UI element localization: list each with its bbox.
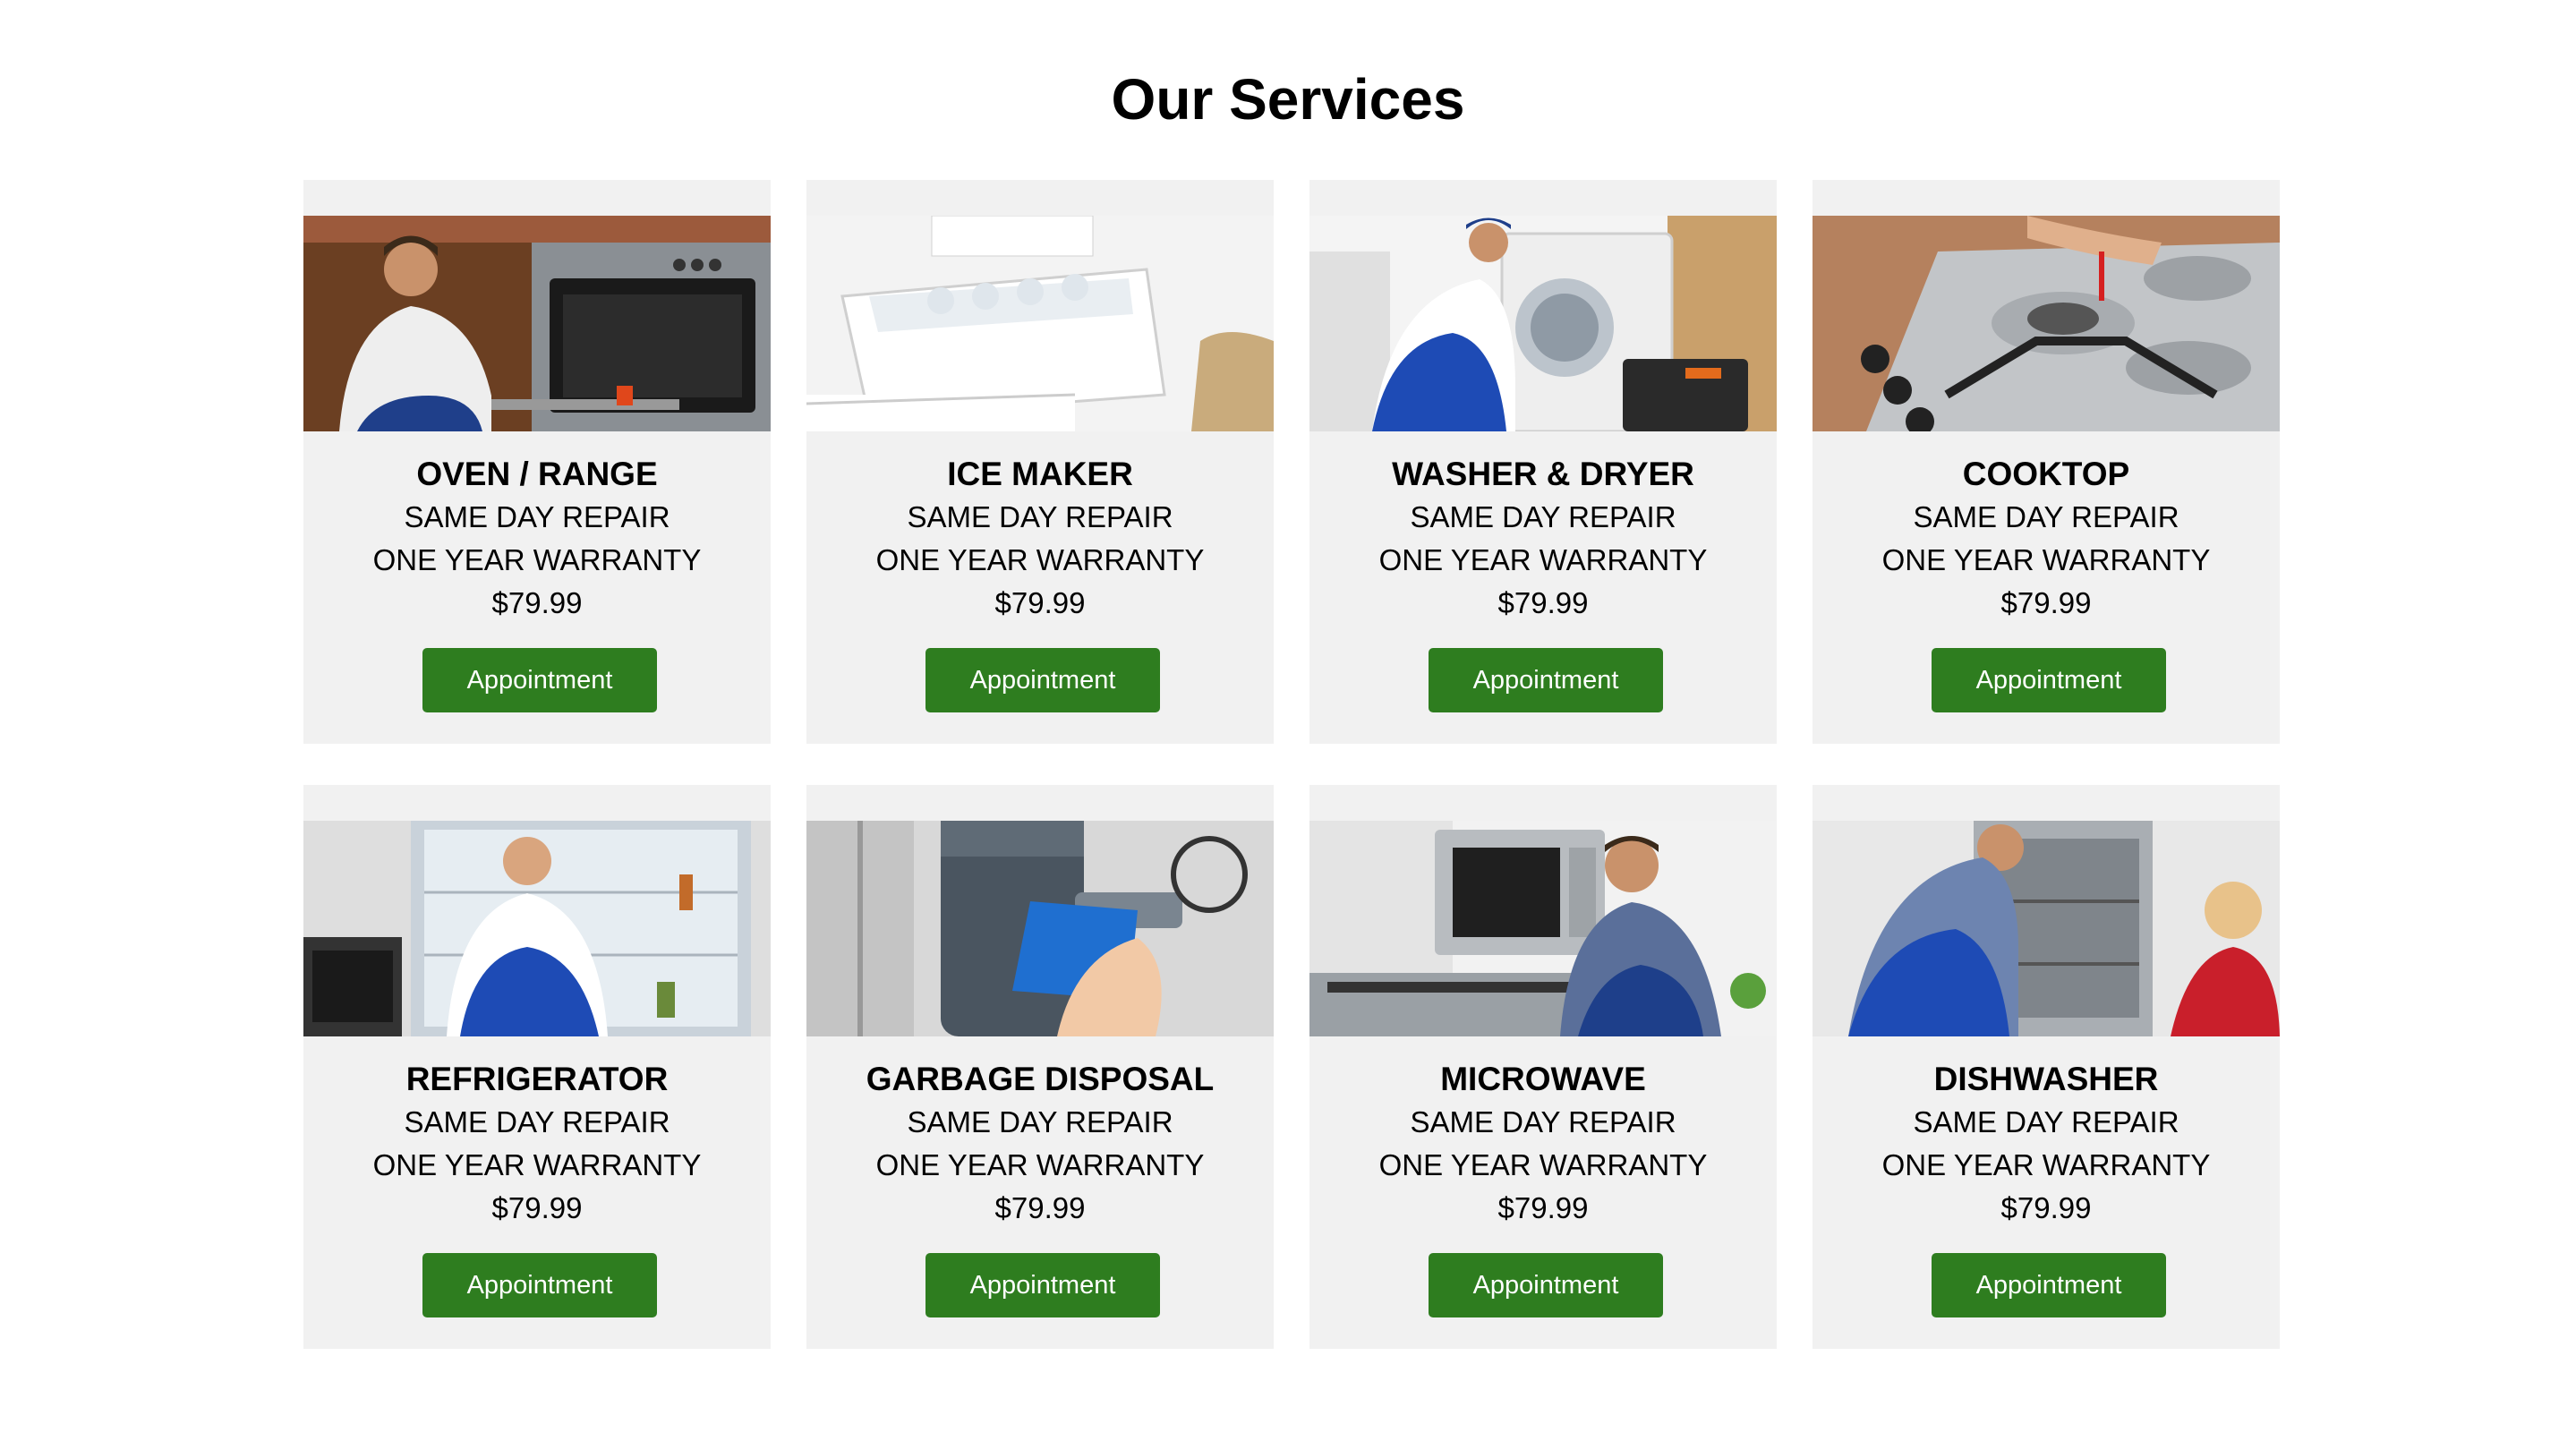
- same-day-repair-label: SAME DAY REPAIR: [1913, 1105, 2179, 1138]
- same-day-repair-label: SAME DAY REPAIR: [1410, 1105, 1676, 1138]
- service-title: GARBAGE DISPOSAL: [866, 1061, 1215, 1097]
- same-day-repair-label: SAME DAY REPAIR: [1410, 500, 1676, 533]
- warranty-label: ONE YEAR WARRANTY: [1881, 543, 2211, 576]
- service-card-garbage-disposal: GARBAGE DISPOSAL SAME DAY REPAIR ONE YEA…: [806, 785, 1274, 1349]
- warranty-label: ONE YEAR WARRANTY: [1881, 1148, 2211, 1181]
- price-label: $79.99: [994, 586, 1086, 619]
- appointment-button-dishwasher[interactable]: Appointment: [1932, 1253, 2166, 1317]
- warranty-label: ONE YEAR WARRANTY: [875, 543, 1205, 576]
- price-label: $79.99: [1497, 586, 1589, 619]
- appointment-button-cooktop[interactable]: Appointment: [1932, 648, 2166, 712]
- service-card-refrigerator: REFRIGERATOR SAME DAY REPAIR ONE YEAR WA…: [303, 785, 771, 1349]
- service-card-washer-dryer: WASHER & DRYER SAME DAY REPAIR ONE YEAR …: [1309, 180, 1777, 744]
- microwave-repair-photo: [1309, 821, 1777, 1036]
- appointment-button-garbage-disposal[interactable]: Appointment: [925, 1253, 1160, 1317]
- service-card-microwave: MICROWAVE SAME DAY REPAIR ONE YEAR WARRA…: [1309, 785, 1777, 1349]
- warranty-label: ONE YEAR WARRANTY: [372, 543, 702, 576]
- appointment-button-refrigerator[interactable]: Appointment: [422, 1253, 657, 1317]
- services-grid: OVEN / RANGE SAME DAY REPAIR ONE YEAR WA…: [303, 180, 2280, 1349]
- same-day-repair-label: SAME DAY REPAIR: [404, 500, 670, 533]
- oven-repair-photo: [303, 216, 771, 431]
- ice-maker-photo: [806, 216, 1274, 431]
- price-label: $79.99: [994, 1191, 1086, 1224]
- warranty-label: ONE YEAR WARRANTY: [1378, 1148, 1708, 1181]
- service-card-dishwasher: DISHWASHER SAME DAY REPAIR ONE YEAR WARR…: [1813, 785, 2280, 1349]
- warranty-label: ONE YEAR WARRANTY: [875, 1148, 1205, 1181]
- page-title: Our Services: [1111, 67, 1465, 132]
- garbage-disposal-photo: [806, 821, 1274, 1036]
- service-title: ICE MAKER: [947, 456, 1133, 492]
- price-label: $79.99: [491, 586, 583, 619]
- price-label: $79.99: [1497, 1191, 1589, 1224]
- appointment-button-oven-range[interactable]: Appointment: [422, 648, 657, 712]
- service-title: REFRIGERATOR: [405, 1061, 669, 1097]
- same-day-repair-label: SAME DAY REPAIR: [907, 1105, 1173, 1138]
- price-label: $79.99: [491, 1191, 583, 1224]
- service-card-ice-maker: ICE MAKER SAME DAY REPAIR ONE YEAR WARRA…: [806, 180, 1274, 744]
- service-card-oven-range: OVEN / RANGE SAME DAY REPAIR ONE YEAR WA…: [303, 180, 771, 744]
- warranty-label: ONE YEAR WARRANTY: [372, 1148, 702, 1181]
- same-day-repair-label: SAME DAY REPAIR: [1913, 500, 2179, 533]
- service-card-cooktop: COOKTOP SAME DAY REPAIR ONE YEAR WARRANT…: [1813, 180, 2280, 744]
- cooktop-repair-photo: [1813, 216, 2280, 431]
- appointment-button-microwave[interactable]: Appointment: [1429, 1253, 1663, 1317]
- service-title: OVEN / RANGE: [416, 456, 658, 492]
- appointment-button-washer-dryer[interactable]: Appointment: [1429, 648, 1663, 712]
- service-title: WASHER & DRYER: [1392, 456, 1694, 492]
- washer-repair-photo: [1309, 216, 1777, 431]
- price-label: $79.99: [2000, 586, 2092, 619]
- service-title: DISHWASHER: [1933, 1061, 2159, 1097]
- same-day-repair-label: SAME DAY REPAIR: [907, 500, 1173, 533]
- price-label: $79.99: [2000, 1191, 2092, 1224]
- same-day-repair-label: SAME DAY REPAIR: [404, 1105, 670, 1138]
- service-title: MICROWAVE: [1440, 1061, 1646, 1097]
- service-title: COOKTOP: [1962, 456, 2130, 492]
- appointment-button-ice-maker[interactable]: Appointment: [925, 648, 1160, 712]
- refrigerator-repair-photo: [303, 821, 771, 1036]
- dishwasher-repair-photo: [1813, 821, 2280, 1036]
- warranty-label: ONE YEAR WARRANTY: [1378, 543, 1708, 576]
